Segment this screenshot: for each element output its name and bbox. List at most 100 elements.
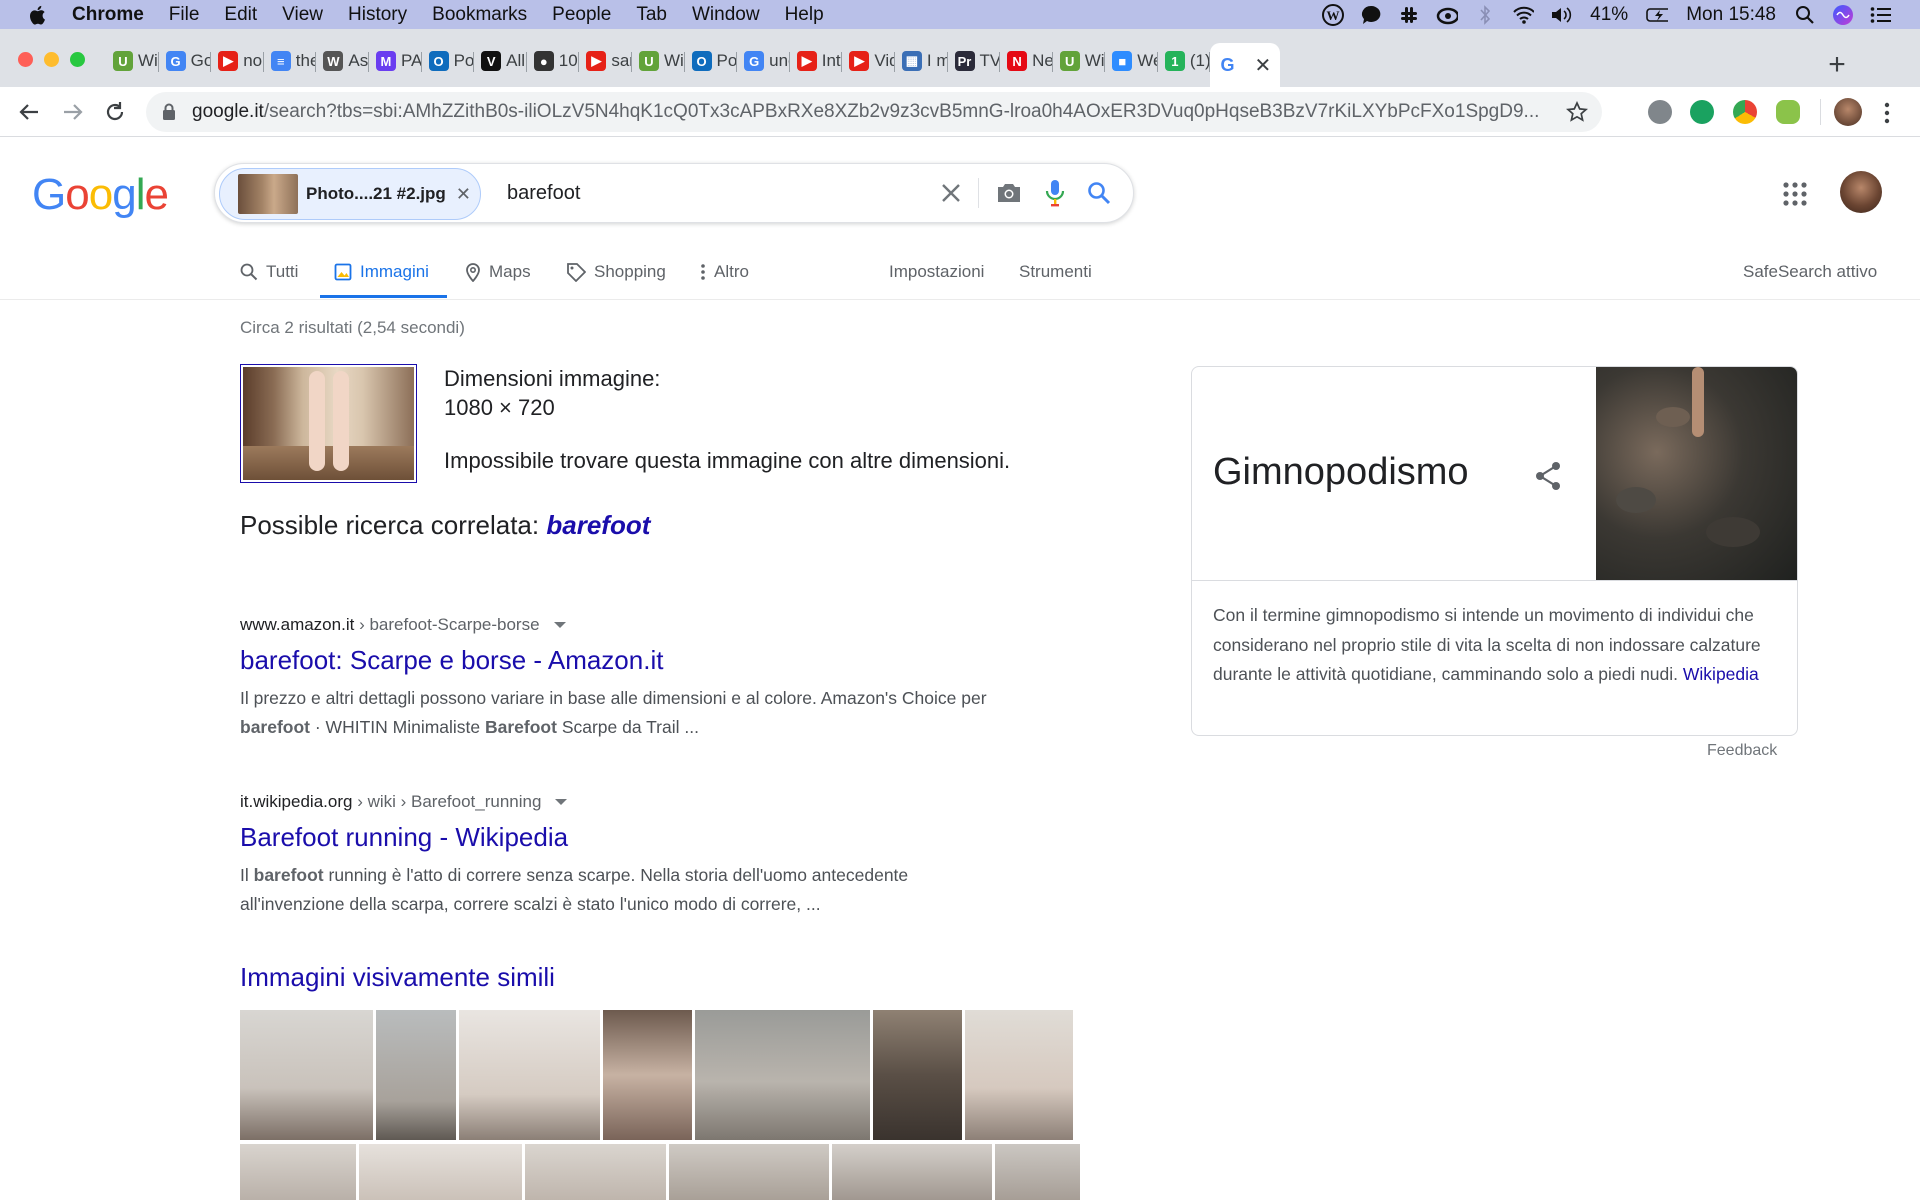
- camera-icon[interactable]: [995, 181, 1023, 205]
- menu-view[interactable]: View: [282, 4, 323, 26]
- google-apps-icon[interactable]: [1783, 182, 1807, 206]
- similar-image[interactable]: [359, 1144, 522, 1200]
- browser-tab[interactable]: ■ We: [1105, 43, 1158, 79]
- volume-icon[interactable]: [1550, 4, 1572, 26]
- menubar-clock[interactable]: Mon 15:48: [1686, 4, 1776, 26]
- tab-immagini[interactable]: Immagini: [334, 257, 429, 287]
- similar-image[interactable]: [603, 1010, 692, 1140]
- browser-tab[interactable]: ▶sar: [579, 43, 632, 79]
- browser-tab[interactable]: Gunc: [737, 43, 790, 79]
- similar-image[interactable]: [669, 1144, 829, 1200]
- similar-image[interactable]: [459, 1010, 600, 1140]
- apple-logo-icon[interactable]: [28, 5, 46, 25]
- result-options-caret-icon[interactable]: [553, 622, 566, 628]
- kp-source-link[interactable]: Wikipedia: [1683, 664, 1759, 684]
- reload-button[interactable]: [100, 97, 130, 127]
- battery-charging-icon[interactable]: [1646, 4, 1669, 26]
- tab-tutti[interactable]: Tutti: [240, 257, 298, 287]
- browser-tab[interactable]: OPos: [422, 43, 474, 79]
- knowledge-panel-image[interactable]: [1596, 367, 1797, 580]
- browser-tab[interactable]: V All: [474, 43, 527, 79]
- google-logo[interactable]: Google: [32, 170, 169, 220]
- share-icon[interactable]: [1534, 461, 1562, 491]
- browser-tab[interactable]: UWil: [632, 43, 685, 79]
- image-search-chip[interactable]: Photo....21 #2.jpg ✕: [219, 168, 481, 220]
- chat-bubble-icon[interactable]: [1360, 4, 1382, 26]
- browser-tab[interactable]: UWil: [1053, 43, 1105, 79]
- similar-image[interactable]: [376, 1010, 456, 1140]
- tab-altro[interactable]: Altro: [700, 257, 749, 287]
- creative-cloud-icon[interactable]: [1436, 4, 1459, 26]
- search-input[interactable]: barefoot: [507, 182, 580, 205]
- browser-tab[interactable]: W As: [316, 43, 369, 79]
- siri-icon[interactable]: [1832, 4, 1854, 26]
- menu-window[interactable]: Window: [692, 4, 760, 26]
- strumenti-link[interactable]: Strumenti: [1019, 257, 1092, 287]
- tab-shopping[interactable]: Shopping: [566, 257, 666, 287]
- extension-incognito-icon[interactable]: [1648, 100, 1672, 124]
- back-button[interactable]: [14, 97, 44, 127]
- menu-help[interactable]: Help: [785, 4, 824, 26]
- query-image-thumbnail[interactable]: [240, 364, 417, 483]
- microphone-icon[interactable]: [1045, 179, 1065, 207]
- browser-tab[interactable]: ▶ Vid: [842, 43, 895, 79]
- similar-image[interactable]: [873, 1010, 962, 1140]
- browser-tab[interactable]: ▶Inte: [790, 43, 842, 79]
- browser-tab[interactable]: ▦ I m: [895, 43, 948, 79]
- address-bar[interactable]: google.it/search?tbs=sbi:AMhZZithB0s-ili…: [146, 92, 1602, 132]
- notification-center-icon[interactable]: [1870, 4, 1892, 26]
- similar-image[interactable]: [995, 1144, 1080, 1200]
- new-tab-button[interactable]: +: [1822, 48, 1852, 82]
- result-title-link[interactable]: Barefoot running - Wikipedia: [240, 822, 1060, 853]
- wordpress-icon[interactable]: W: [1322, 3, 1345, 26]
- menu-tab[interactable]: Tab: [636, 4, 667, 26]
- menu-history[interactable]: History: [348, 4, 407, 26]
- similar-image[interactable]: [695, 1010, 870, 1140]
- browser-tab[interactable]: OPos: [685, 43, 737, 79]
- menu-edit[interactable]: Edit: [224, 4, 257, 26]
- browser-tab[interactable]: ●10.: [527, 43, 579, 79]
- profile-avatar[interactable]: [1834, 98, 1862, 126]
- search-box[interactable]: Photo....21 #2.jpg ✕ barefoot: [214, 163, 1134, 223]
- result-options-caret-icon[interactable]: [555, 799, 568, 805]
- browser-tab[interactable]: ▶no7: [211, 43, 264, 79]
- similar-images-heading[interactable]: Immagini visivamente simili: [240, 962, 555, 993]
- browser-tab[interactable]: MPAI: [369, 43, 422, 79]
- similar-image[interactable]: [832, 1144, 992, 1200]
- related-search-link[interactable]: barefoot: [546, 510, 650, 540]
- menu-file[interactable]: File: [169, 4, 200, 26]
- similar-image[interactable]: [965, 1010, 1073, 1140]
- tab-maps[interactable]: Maps: [465, 257, 531, 287]
- extension-grammarly-icon[interactable]: [1690, 100, 1714, 124]
- bookmark-star-icon[interactable]: [1566, 101, 1588, 123]
- safesearch-status[interactable]: SafeSearch attivo: [1743, 257, 1877, 287]
- result-title-link[interactable]: barefoot: Scarpe e borse - Amazon.it: [240, 645, 1060, 676]
- browser-tab[interactable]: GGoo: [159, 43, 211, 79]
- menu-bookmarks[interactable]: Bookmarks: [432, 4, 527, 26]
- minimize-window-button[interactable]: [44, 52, 59, 67]
- similar-image[interactable]: [525, 1144, 666, 1200]
- close-tab-icon[interactable]: ✕: [1254, 53, 1271, 78]
- lock-icon[interactable]: [162, 103, 176, 121]
- zoom-window-button[interactable]: [70, 52, 85, 67]
- browser-tab[interactable]: NNet: [1000, 43, 1053, 79]
- clear-search-icon[interactable]: [940, 182, 962, 204]
- forward-button[interactable]: [58, 97, 88, 127]
- browser-tab[interactable]: 1 (1): [1158, 43, 1210, 79]
- similar-image[interactable]: [240, 1010, 373, 1140]
- google-account-avatar[interactable]: [1840, 171, 1882, 213]
- search-icon[interactable]: [1087, 181, 1111, 205]
- bluetooth-icon[interactable]: [1474, 4, 1496, 26]
- impostazioni-link[interactable]: Impostazioni: [889, 257, 984, 287]
- feedback-link[interactable]: Feedback: [1707, 742, 1777, 760]
- active-browser-tab[interactable]: G ✕: [1210, 43, 1281, 87]
- extension-puzzle-icon[interactable]: [1776, 100, 1800, 124]
- close-window-button[interactable]: [18, 52, 33, 67]
- remove-image-icon[interactable]: ✕: [456, 184, 471, 205]
- browser-tab[interactable]: ≡ the: [264, 43, 316, 79]
- browser-tab[interactable]: UWil: [106, 43, 159, 79]
- wifi-icon[interactable]: [1512, 4, 1535, 26]
- chrome-menu-icon[interactable]: [1883, 102, 1891, 124]
- similar-image[interactable]: [240, 1144, 356, 1200]
- menu-chrome[interactable]: Chrome: [72, 4, 144, 26]
